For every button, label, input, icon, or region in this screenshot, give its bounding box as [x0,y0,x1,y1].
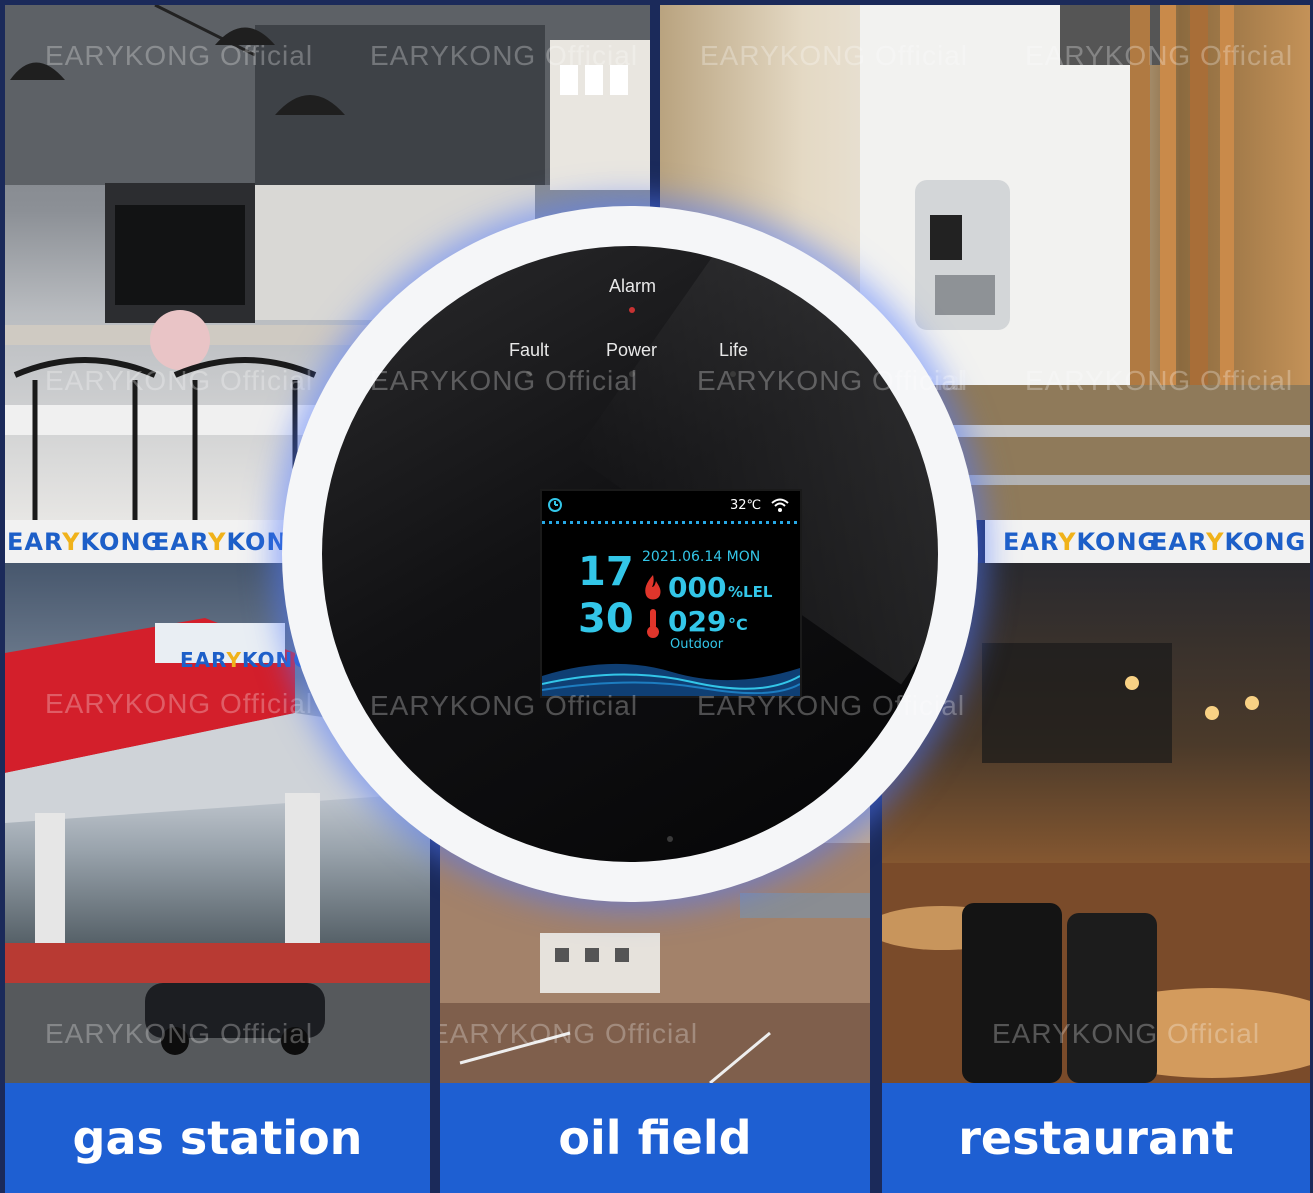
earykong-logo: EARYKONG [1003,528,1159,556]
date-text: 2021.06.14 MON [642,549,761,565]
fault-label: Fault [509,340,550,360]
time-hour: 17 [578,549,634,595]
watermark: EARYKONG Official [700,40,969,71]
watermark: EARYKONG Official [1025,365,1294,396]
clock-icon [548,498,562,512]
alarm-label: Alarm [609,276,657,296]
watermark: EARYKONG Official [370,40,639,71]
earykong-logo: EARYKONG [7,528,163,556]
time-minute: 30 [578,596,634,642]
lcd-screen: 32℃ 17 30 2021.06.14 MON 000 %LEL 029 °C… [540,489,802,698]
logo-strip-left: EARYKONG EARYKONG [5,520,307,563]
restaurant-label: restaurant [958,1111,1234,1165]
watermark: EARYKONG Official [45,688,314,719]
gas-detector-device: Alarm Fault Power Life 32℃ 17 30 2021.06… [282,206,978,902]
watermark: EARYKONG Official [45,365,314,396]
oil-field-label-bar: oil field [440,1083,870,1193]
watermark: EARYKONG Official [370,690,639,721]
temperature-location: Outdoor [670,637,724,652]
watermark: EARYKONG Official [992,1018,1261,1049]
gas-station-label: gas station [72,1111,363,1165]
restaurant-label-bar: restaurant [882,1083,1310,1193]
watermark: EARYKONG Official [440,1018,699,1049]
thermometer-icon [647,609,659,638]
sensor-hole [667,836,673,842]
power-label: Power [606,340,658,360]
watermark: EARYKONG Official [45,1018,314,1049]
watermark: EARYKONG Official [370,365,639,396]
earykong-logo: EARYKONG [180,648,311,672]
earykong-logo: EARYKONG [1151,528,1307,556]
wifi-icon [771,498,789,512]
temperature-value: 029 [668,605,727,638]
watermark: EARYKONG Official [697,365,966,396]
life-label: Life [719,340,749,360]
watermark: EARYKONG Official [697,690,966,721]
gas-unit: %LEL [728,583,773,601]
detector-face: Alarm Fault Power Life 32℃ 17 30 2021.06… [322,246,938,862]
alarm-led [629,307,635,313]
watermark: EARYKONG Official [45,40,314,71]
gas-station-label-bar: gas station [5,1083,430,1193]
ambient-temperature: 32℃ [730,498,762,513]
logo-strip-right: EARYKONG EARYKONG [985,520,1310,563]
gas-value: 000 [668,571,727,604]
oil-field-label: oil field [558,1111,752,1165]
watermark: EARYKONG Official [1025,40,1294,71]
temperature-unit: °C [728,615,748,634]
screen-divider [542,521,800,524]
flame-icon [645,575,661,600]
